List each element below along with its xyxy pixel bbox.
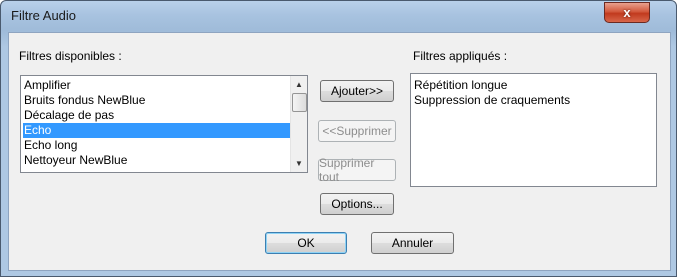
window-title: Filtre Audio	[11, 8, 77, 23]
list-item[interactable]: Bruits fondus NewBlue	[23, 93, 290, 108]
vertical-scrollbar[interactable]: ▲ ▼	[290, 76, 307, 172]
triangle-up-icon: ▲	[295, 80, 303, 89]
available-filters-label: Filtres disponibles :	[19, 49, 122, 63]
scroll-thumb[interactable]	[292, 93, 307, 112]
list-item-selected[interactable]: Echo	[23, 123, 290, 138]
list-item[interactable]: Répétition longue	[413, 78, 654, 93]
remove-all-button[interactable]: Supprimer tout	[318, 156, 396, 184]
add-button[interactable]: Ajouter>>	[320, 80, 394, 102]
applied-filters-list[interactable]: Répétition longue Suppression de craquem…	[410, 73, 657, 187]
list-item[interactable]: Echo long	[23, 138, 290, 153]
close-button[interactable]: x	[604, 2, 650, 23]
applied-filters-label: Filtres appliqués :	[413, 49, 508, 63]
close-icon: x	[623, 5, 631, 20]
ok-button[interactable]: OK	[265, 232, 347, 254]
filtre-audio-dialog: Filtre Audio x Filtres disponibles : Amp…	[0, 0, 677, 277]
list-item[interactable]: Nettoyeur NewBlue	[23, 153, 290, 168]
options-button[interactable]: Options...	[320, 193, 394, 215]
triangle-down-icon: ▼	[295, 159, 303, 168]
cancel-button[interactable]: Annuler	[371, 232, 454, 254]
available-filters-list[interactable]: Amplifier Bruits fondus NewBlue Décalage…	[20, 75, 308, 173]
list-item[interactable]: Suppression de craquements	[413, 93, 654, 108]
scroll-up-button[interactable]: ▲	[291, 76, 307, 93]
title-bar[interactable]: Filtre Audio x	[1, 1, 676, 31]
list-item[interactable]: Décalage de pas	[23, 108, 290, 123]
scroll-down-button[interactable]: ▼	[291, 155, 307, 172]
list-item[interactable]: Amplifier	[23, 78, 290, 93]
remove-button[interactable]: <<Supprimer	[318, 120, 396, 142]
dialog-client-area: Filtres disponibles : Amplifier Bruits f…	[8, 32, 671, 271]
